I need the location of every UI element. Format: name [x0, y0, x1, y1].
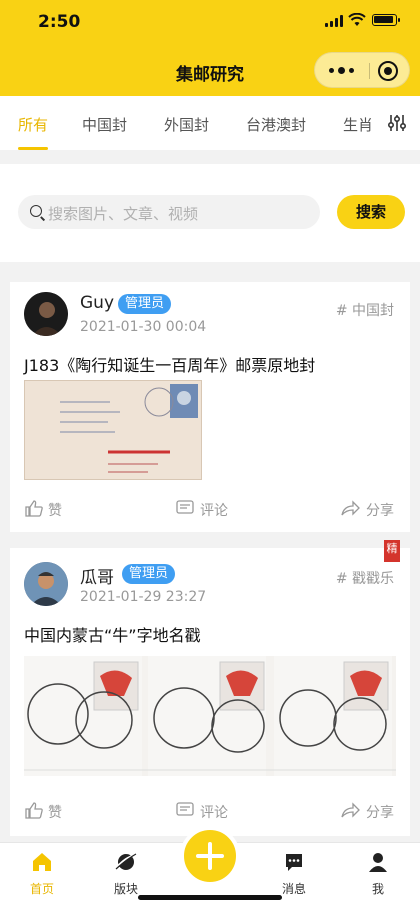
comment-icon[interactable]	[175, 801, 195, 819]
nav-messages[interactable]: 消息	[264, 851, 324, 897]
filter-sliders-icon[interactable]	[386, 112, 408, 134]
close-target-icon[interactable]	[378, 61, 398, 81]
nav-home-label: 首页	[29, 882, 54, 896]
like-label[interactable]: 赞	[48, 802, 62, 822]
share-label[interactable]: 分享	[366, 500, 394, 520]
search-button[interactable]: 搜索	[337, 195, 405, 229]
author-name[interactable]: Guy	[80, 293, 114, 313]
like-icon[interactable]	[24, 499, 44, 517]
tab-zodiac[interactable]: 生肖	[343, 114, 373, 135]
comment-icon[interactable]	[175, 499, 195, 517]
like-label[interactable]: 赞	[48, 500, 62, 520]
post-category[interactable]: # 中国封	[336, 300, 394, 320]
capsule-divider	[369, 63, 370, 79]
share-icon[interactable]	[340, 499, 360, 517]
more-icon[interactable]	[329, 64, 359, 76]
comment-label[interactable]: 评论	[200, 802, 228, 822]
featured-badge: 精	[384, 540, 400, 562]
post-time: 2021-01-30 00:04	[80, 319, 207, 335]
post-title[interactable]: J183《陶行知诞生一百周年》邮票原地封	[24, 352, 315, 376]
share-icon[interactable]	[340, 801, 360, 819]
user-icon	[369, 853, 387, 872]
nav-me-label: 我	[371, 882, 384, 896]
search-icon	[30, 205, 46, 221]
share-label[interactable]: 分享	[366, 802, 394, 822]
home-icon	[33, 853, 51, 871]
comment-label[interactable]: 评论	[200, 500, 228, 520]
tab-china-covers[interactable]: 中国封	[82, 114, 127, 135]
top-bar: 2:50 集邮研究	[0, 0, 420, 96]
avatar[interactable]	[24, 292, 68, 336]
admin-badge: 管理员	[118, 294, 172, 314]
like-icon[interactable]	[24, 801, 44, 819]
active-tab-indicator	[18, 147, 48, 150]
author-name[interactable]: 瓜哥	[80, 563, 114, 588]
tab-foreign-covers[interactable]: 外国封	[164, 114, 209, 135]
avatar[interactable]	[24, 562, 68, 606]
post-image-postmarks[interactable]	[24, 656, 396, 776]
nav-me[interactable]: 我	[348, 851, 408, 897]
status-bar: 2:50	[0, 0, 420, 44]
category-tabs: 所有 中国封 外国封 台港澳封 生肖	[0, 96, 420, 150]
admin-badge: 管理员	[122, 564, 176, 584]
home-indicator	[138, 895, 282, 900]
battery-icon	[372, 14, 400, 26]
signal-icon	[325, 15, 343, 27]
planet-icon	[115, 853, 137, 870]
plus-icon-bar	[196, 854, 224, 858]
nav-home[interactable]: 首页	[12, 851, 72, 897]
post-image-envelope[interactable]	[24, 380, 202, 480]
search-input[interactable]: 搜索图片、文章、视频	[18, 195, 320, 229]
tab-hk-macau-taiwan-covers[interactable]: 台港澳封	[246, 114, 306, 135]
post-card[interactable]: Guy 管理员 2021-01-30 00:04 # 中国封 J183《陶行知诞…	[10, 282, 410, 532]
post-category[interactable]: # 戳戳乐	[336, 568, 394, 588]
post-time: 2021-01-29 23:27	[80, 589, 207, 605]
search-placeholder: 搜索图片、文章、视频	[48, 205, 199, 223]
tab-all[interactable]: 所有	[18, 114, 48, 135]
post-title[interactable]: 中国内蒙古“牛”字地名戳	[24, 622, 201, 646]
create-post-button[interactable]	[180, 826, 240, 886]
mini-program-capsule	[314, 52, 410, 88]
post-card[interactable]: 精 瓜哥 管理员 2021-01-29 23:27 # 戳戳乐 中国内蒙古“牛”…	[10, 540, 410, 836]
message-icon	[286, 854, 302, 871]
nav-sections[interactable]: 版块	[96, 851, 156, 897]
wifi-icon	[348, 13, 366, 26]
status-time: 2:50	[38, 12, 81, 32]
